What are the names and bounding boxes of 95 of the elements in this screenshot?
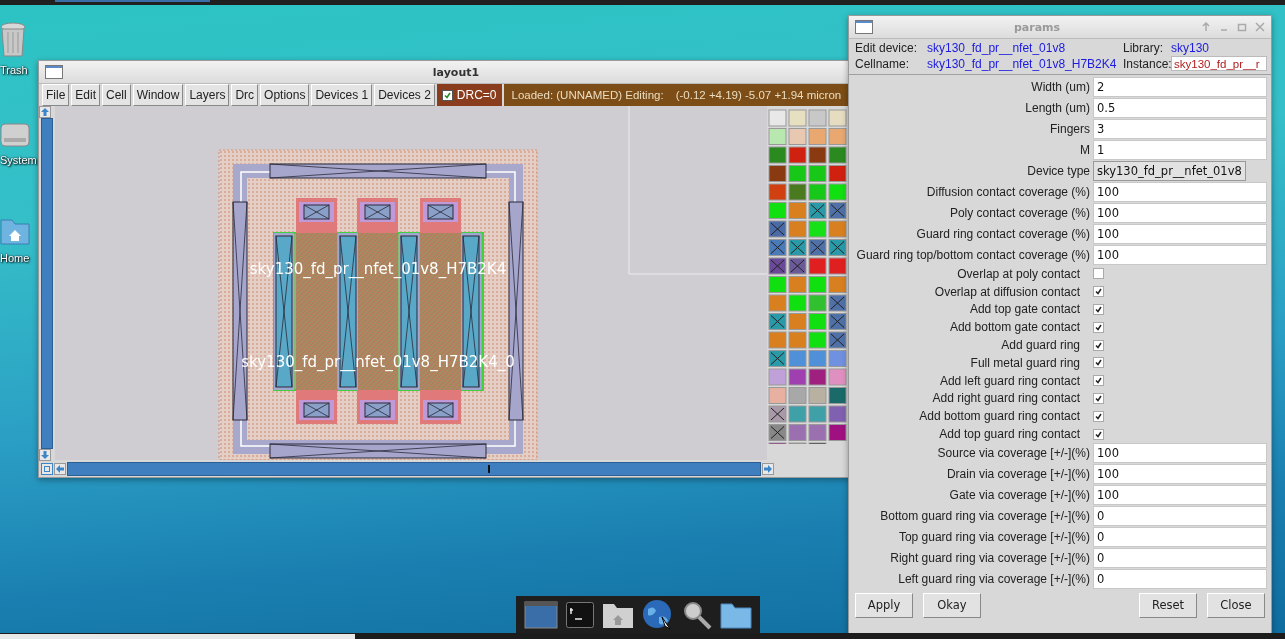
input-field[interactable]: 3 (1093, 118, 1267, 139)
checkbox-label: Add left guard ring contact (938, 373, 1081, 388)
checkbox-label: Overlap at poly contact (956, 266, 1081, 281)
input-field[interactable]: 0 (1093, 506, 1267, 527)
scroll-down-arrow-icon[interactable] (39, 449, 51, 461)
checkbox[interactable] (1093, 268, 1104, 280)
input-field[interactable]: 100 (1093, 202, 1267, 223)
checkbox[interactable] (1093, 321, 1104, 333)
checkbox-label: Add bottom guard ring contact (918, 409, 1081, 424)
status-text: Loaded: (UNNAMED) Editing: (511, 89, 664, 101)
scroll-up-arrow-icon[interactable] (39, 106, 51, 118)
field-label: Diffusion contact coverage (%) (925, 184, 1090, 199)
checkbox-label: Add guard ring (1000, 338, 1081, 353)
window-menu-icon[interactable] (45, 65, 63, 79)
input-field[interactable]: 100 (1093, 181, 1267, 202)
coordinates-text: (-0.12 +4.19) -5.07 +1.94 micron (675, 89, 842, 101)
input-field[interactable]: 100 (1093, 485, 1267, 506)
field-label: Device type (1026, 163, 1090, 178)
checkbox-label: Add top gate contact (968, 302, 1081, 317)
input-field[interactable]: 100 (1093, 223, 1267, 244)
terminal-icon[interactable] (566, 601, 594, 628)
header-value: sky130_fd_pr__nfet_01v8_H7B2K4 (927, 56, 1118, 71)
input-field[interactable]: 100 (1093, 244, 1267, 265)
folder-icon[interactable] (720, 600, 752, 629)
zoom-fit-icon[interactable] (41, 463, 53, 475)
scroll-left-arrow-icon[interactable] (54, 463, 66, 475)
checkbox-label: Overlap at diffusion contact (933, 284, 1081, 299)
menu-button[interactable]: Options (260, 84, 310, 106)
header-label: Edit device: (855, 41, 919, 55)
checkbox-label: Add bottom gate contact (948, 320, 1081, 335)
menu-button[interactable]: Drc (231, 84, 259, 106)
input-field[interactable]: 0.5 (1093, 97, 1267, 118)
menu-button[interactable]: Cell (102, 84, 131, 106)
window-title: params (1012, 20, 1062, 34)
trash-can-icon[interactable] (0, 22, 26, 58)
checkbox[interactable] (1093, 304, 1104, 315)
field-label: Poly contact coverage (%) (948, 205, 1090, 220)
field-label: Fingers (1049, 121, 1090, 136)
checkbox[interactable] (1093, 375, 1104, 387)
input-field[interactable]: 100 (1093, 464, 1267, 485)
menu-button[interactable]: Window (132, 84, 184, 106)
window-menu-icon[interactable] (855, 20, 873, 34)
checkbox[interactable] (1093, 357, 1104, 369)
layer-palette-drawing[interactable] (767, 109, 847, 444)
window-title: layout1 (431, 65, 481, 79)
menu-button[interactable]: Layers (185, 84, 230, 106)
input-field[interactable]: 100 (1093, 443, 1267, 464)
field-label: Source via coverage [+/-](%) (936, 446, 1090, 461)
globe-icon[interactable] (642, 598, 674, 631)
dialog-button[interactable]: Okay (923, 592, 981, 618)
field-label: Bottom guard ring via coverage [+/-](%) (879, 509, 1090, 524)
menu-button[interactable]: File (42, 84, 70, 106)
checkbox[interactable] (1093, 410, 1104, 422)
field-label: Left guard ring via coverage [+/-](%) (897, 572, 1090, 587)
field-label: M (1079, 142, 1090, 157)
input-field[interactable]: 1 (1093, 139, 1267, 160)
field-label: Guard ring top/bottom contact coverage (%) (856, 247, 1090, 262)
drc-toggle[interactable]: DRC=0 (436, 84, 502, 106)
input-field[interactable]: 0 (1093, 548, 1267, 569)
checkbox[interactable] (1093, 286, 1104, 298)
drc-checkbox[interactable] (441, 89, 453, 101)
vertical-scrollbar[interactable] (41, 118, 53, 449)
device-type-menu[interactable]: sky130_fd_pr__nfet_01v8 (1093, 160, 1246, 181)
field-label: Right guard ring via coverage [+/-](%) (889, 551, 1090, 566)
input-field[interactable]: 0 (1093, 569, 1267, 590)
input-field[interactable]: 2 (1093, 76, 1267, 97)
menu-button[interactable]: Devices 1 (311, 84, 373, 106)
checkbox[interactable] (1093, 392, 1104, 404)
scroll-right-arrow-icon[interactable] (762, 463, 774, 475)
header-value: sky130 (1171, 41, 1211, 55)
checkbox[interactable] (1093, 428, 1104, 440)
field-label: Gate via coverage [+/-](%) (948, 488, 1090, 503)
menu-button[interactable]: Edit (71, 84, 101, 106)
field-label: Drain via coverage [+/-](%) (945, 467, 1090, 482)
search-icon[interactable] (682, 599, 712, 630)
input-field[interactable]: 0 (1093, 527, 1267, 548)
dialog-button[interactable]: Close (1207, 592, 1265, 618)
header-label: Instance: (1123, 56, 1171, 71)
horizontal-scrollbar[interactable] (67, 462, 761, 476)
header-label: Cellname: (855, 56, 911, 71)
field-label: Top guard ring via coverage [+/-](%) (897, 530, 1090, 545)
checkbox-label: Add right guard ring contact (931, 391, 1081, 406)
header-label: Library: (1123, 41, 1164, 55)
checkbox-label: Full metal guard ring (969, 355, 1081, 370)
checkbox-label: Add top guard ring contact (938, 427, 1081, 442)
desktop-icon[interactable] (524, 599, 558, 630)
field-label: Length (um) (1024, 100, 1090, 115)
field-label: Guard ring contact coverage (%) (915, 226, 1090, 241)
field-label: Width (um) (1030, 79, 1090, 94)
header-value: sky130_fd_pr__nfet_01v8 (927, 41, 1067, 55)
instance-field[interactable]: sky130_fd_pr__r (1171, 56, 1267, 71)
menu-button[interactable]: Devices 2 (374, 84, 435, 106)
dialog-button[interactable]: Reset (1139, 592, 1197, 618)
checkbox[interactable] (1093, 339, 1104, 351)
dialog-button[interactable]: Apply (855, 592, 913, 618)
